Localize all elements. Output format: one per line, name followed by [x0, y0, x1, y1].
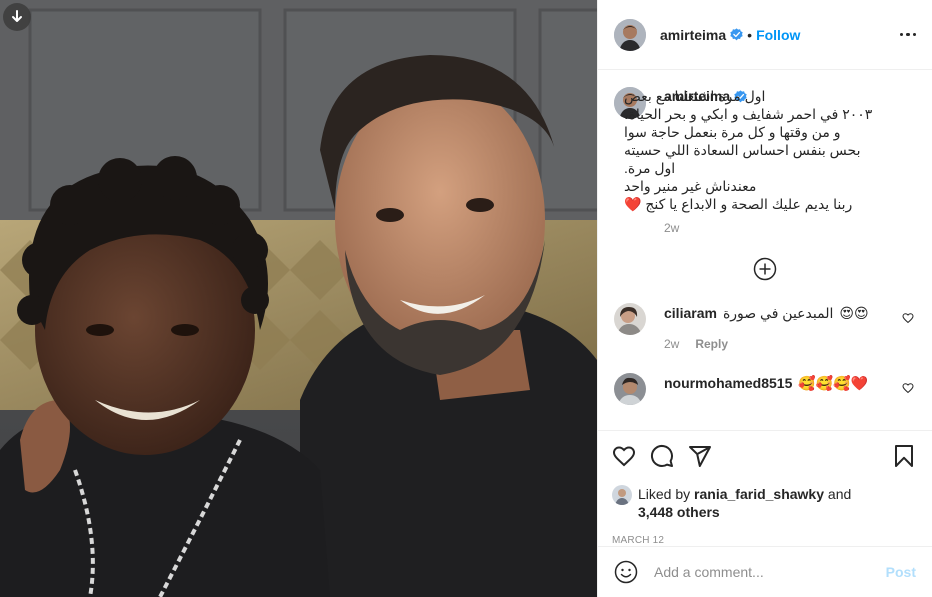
add-circle-icon	[753, 257, 777, 281]
save-icon	[895, 445, 913, 467]
comment-username[interactable]: nourmohamed8515	[664, 375, 792, 391]
share-button[interactable]	[688, 444, 712, 468]
comment-line: ciliaram المبدعين في صورة 😍😍	[664, 303, 916, 323]
caption-text: اول مرة اشتغلنا مع بعض	[624, 87, 916, 105]
more-options-button[interactable]	[894, 27, 916, 43]
comment-avatar[interactable]	[614, 373, 646, 405]
liker-username[interactable]: rania_farid_shawky	[694, 486, 824, 502]
heart-icon	[612, 446, 636, 467]
more-icon	[899, 32, 903, 37]
comment-time[interactable]: 2w	[664, 337, 679, 351]
caption-line: بحس بنفس احساس السعادة اللي حسيته	[624, 142, 861, 158]
download-icon	[12, 10, 22, 22]
comment-like-button[interactable]	[902, 311, 914, 327]
avatar-image	[612, 485, 632, 505]
liked-by-label: Liked by	[638, 486, 691, 502]
heart-icon	[902, 383, 914, 394]
likes-text: Liked by rania_farid_shawky and 3,448 ot…	[638, 485, 851, 521]
add-comment-bar: Post	[598, 546, 932, 597]
comments-section: amirteima اول مرة اشتغلنا مع بعض ٢٠٠٣ في…	[598, 71, 932, 430]
author-username[interactable]: amirteima	[660, 27, 726, 43]
caption-line: معندناش غير منير واحد	[624, 178, 757, 194]
caption-line-last: ربنا يديم عليك الصحة و الابداع يا كنج ❤️	[624, 195, 916, 213]
post-side-panel: amirteima • Follow amirteima اول مرة اشت…	[597, 0, 932, 597]
caption-line: و من وقتها و كل مرة بنعمل حاجة سوا	[624, 124, 841, 140]
comment-icon	[650, 444, 673, 467]
caption-line: ٢٠٠٣ في احمر شفايف و ابكي و بحر الحياة،	[624, 106, 873, 122]
comment-line: nourmohamed8515 🥰🥰🥰❤️	[664, 373, 916, 393]
comment-item: nourmohamed8515 🥰🥰🥰❤️	[614, 373, 916, 405]
reply-button[interactable]: Reply	[695, 337, 728, 351]
caption-line: اول مرة.	[624, 160, 676, 176]
emoji-button[interactable]	[614, 560, 638, 584]
post-actions: Liked by rania_farid_shawky and 3,448 ot…	[598, 430, 932, 546]
post-photo[interactable]	[0, 0, 597, 597]
share-icon	[689, 446, 711, 467]
post-comment-button[interactable]: Post	[886, 564, 916, 580]
caption-line: ربنا يديم عليك الصحة و الابداع يا كنج	[645, 196, 853, 212]
comment-emojis: 😍😍	[839, 304, 869, 321]
avatar-image	[614, 303, 646, 335]
load-more-comments-button[interactable]	[614, 257, 916, 281]
avatar-image	[614, 373, 646, 405]
comment-body: ciliaram المبدعين في صورة 😍😍 2w Reply	[664, 303, 916, 352]
comment-emojis: 🥰🥰🥰❤️	[798, 374, 869, 391]
likes-summary: Liked by rania_farid_shawky and 3,448 ot…	[612, 485, 916, 521]
action-icons	[612, 441, 916, 471]
caption-time[interactable]: 2w	[664, 221, 916, 235]
heart-icon	[902, 313, 914, 324]
comment-body: nourmohamed8515 🥰🥰🥰❤️	[664, 373, 916, 393]
comment-item: ciliaram المبدعين في صورة 😍😍 2w Reply	[614, 303, 916, 351]
caption-line: اول مرة اشتغلنا مع بعض	[624, 88, 766, 104]
more-icon-dot	[912, 32, 916, 37]
caption-lines: ٢٠٠٣ في احمر شفايف و ابكي و بحر الحياة، …	[624, 105, 916, 213]
caption: amirteima اول مرة اشتغلنا مع بعض ٢٠٠٣ في…	[614, 87, 916, 235]
others-count[interactable]: 3,448 others	[638, 504, 720, 520]
post-date[interactable]: MARCH 12	[612, 535, 916, 546]
author-avatar[interactable]	[614, 18, 646, 51]
comment-input[interactable]	[654, 564, 886, 580]
comment-button[interactable]	[650, 444, 674, 468]
post-header: amirteima • Follow	[598, 0, 932, 70]
and-label: and	[827, 486, 852, 502]
avatar-image	[614, 18, 646, 51]
comment-meta: 2w Reply	[664, 337, 916, 351]
caption-body: amirteima اول مرة اشتغلنا مع بعض ٢٠٠٣ في…	[624, 87, 916, 235]
heart-emoji: ❤️	[624, 196, 642, 212]
comment-avatar[interactable]	[614, 303, 646, 335]
comment-like-button[interactable]	[902, 381, 914, 397]
save-button[interactable]	[892, 444, 916, 468]
more-icon-dot	[906, 32, 910, 37]
separator-dot: •	[747, 26, 753, 43]
liker-avatar[interactable]	[612, 485, 632, 505]
post-modal: amirteima • Follow amirteima اول مرة اشت…	[0, 0, 932, 597]
emoji-icon	[614, 560, 638, 584]
like-button[interactable]	[612, 444, 636, 468]
verified-icon	[730, 28, 743, 41]
comment-text: المبدعين في صورة	[722, 304, 834, 321]
photo-illustration	[0, 0, 597, 597]
comment-username[interactable]: ciliaram	[664, 305, 717, 321]
follow-button[interactable]: Follow	[756, 27, 800, 43]
download-button[interactable]	[3, 3, 31, 31]
